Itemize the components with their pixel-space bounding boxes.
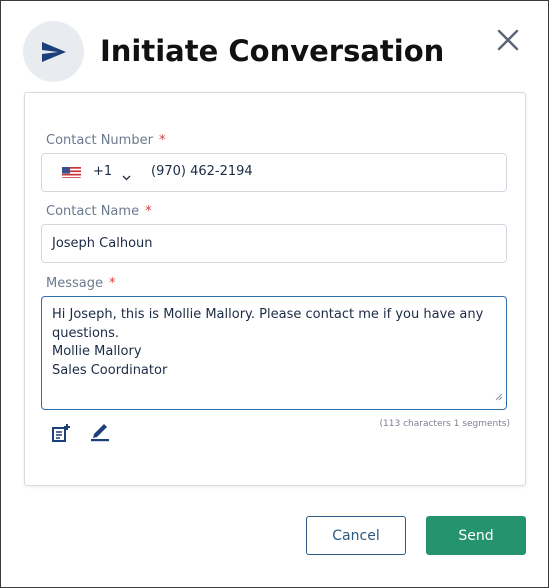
initiate-conversation-dialog: Initiate Conversation Contact Number * +1 xyxy=(0,0,549,588)
contact-name-label: Contact Name * xyxy=(46,204,152,219)
contact-number-label: Contact Number * xyxy=(46,133,166,148)
contact-name-field[interactable]: Joseph Calhoun xyxy=(41,224,507,263)
message-textarea[interactable]: Hi Joseph, this is Mollie Mallory. Pleas… xyxy=(41,296,507,410)
close-icon xyxy=(497,29,519,51)
template-add-icon[interactable] xyxy=(49,421,73,445)
message-text[interactable]: Hi Joseph, this is Mollie Mallory. Pleas… xyxy=(52,306,498,380)
send-button[interactable]: Send xyxy=(426,516,526,555)
signature-pen-icon[interactable] xyxy=(88,419,112,443)
message-counter: (113 characters 1 segments) xyxy=(379,419,510,429)
cancel-button[interactable]: Cancel xyxy=(306,516,406,555)
dial-code-select[interactable]: +1 xyxy=(93,164,112,179)
resize-grip-icon[interactable] xyxy=(495,388,503,406)
contact-number-input[interactable]: (970) 462-2194 xyxy=(151,164,253,179)
chevron-down-icon[interactable] xyxy=(122,168,131,186)
contact-number-field: +1 (970) 462-2194 xyxy=(41,153,507,192)
contact-name-input[interactable]: Joseph Calhoun xyxy=(52,236,153,251)
us-flag-icon[interactable] xyxy=(62,166,81,178)
send-icon xyxy=(23,21,84,82)
dialog-title: Initiate Conversation xyxy=(100,34,445,68)
close-button[interactable] xyxy=(493,25,523,55)
form-panel: Contact Number * +1 (970) 462-2194 Conta… xyxy=(24,92,526,486)
message-label: Message * xyxy=(46,276,116,291)
